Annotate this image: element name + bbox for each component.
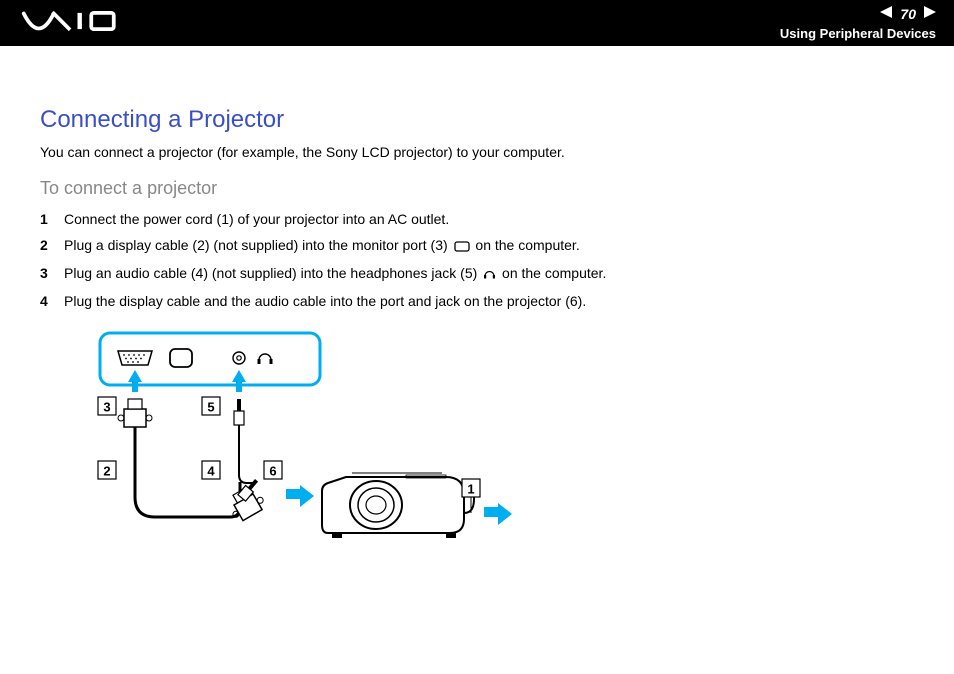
step-item: 1 Connect the power cord (1) of your pro… (40, 211, 914, 227)
step-item: 4 Plug the display cable and the audio c… (40, 293, 914, 309)
callout-2: 2 (103, 464, 110, 479)
step-number: 3 (40, 265, 64, 281)
step-text: Connect the power cord (1) of your proje… (64, 211, 914, 227)
header-bar: 70 Using Peripheral Devices (0, 0, 954, 46)
page-content: Connecting a Projector You can connect a… (0, 46, 954, 612)
monitor-port-icon (454, 239, 470, 255)
steps-list: 1 Connect the power cord (1) of your pro… (40, 211, 914, 309)
callout-1: 1 (467, 482, 474, 497)
vaio-logo (20, 11, 150, 36)
callout-6: 6 (269, 464, 276, 479)
page-number: 70 (900, 6, 916, 22)
callout-5: 5 (207, 400, 214, 415)
step-number: 2 (40, 237, 64, 253)
step-item: 3 Plug an audio cable (4) (not supplied)… (40, 265, 914, 283)
next-page-arrow[interactable] (924, 5, 936, 23)
step-text: Plug an audio cable (4) (not supplied) i… (64, 265, 914, 283)
connection-diagram: 3 5 2 4 6 (76, 327, 914, 592)
callout-4: 4 (207, 464, 215, 479)
page-title: Connecting a Projector (40, 106, 914, 134)
step-number: 4 (40, 293, 64, 309)
prev-page-arrow[interactable] (880, 5, 892, 23)
intro-text: You can connect a projector (for example… (40, 144, 914, 160)
step-number: 1 (40, 211, 64, 227)
callout-3: 3 (103, 400, 110, 415)
projector-illustration (322, 473, 474, 538)
step-item: 2 Plug a display cable (2) (not supplied… (40, 237, 914, 255)
step-text: Plug the display cable and the audio cab… (64, 293, 914, 309)
section-title: Using Peripheral Devices (780, 26, 936, 41)
subtitle: To connect a projector (40, 178, 914, 199)
headphones-icon (483, 267, 496, 283)
step-text: Plug a display cable (2) (not supplied) … (64, 237, 914, 255)
